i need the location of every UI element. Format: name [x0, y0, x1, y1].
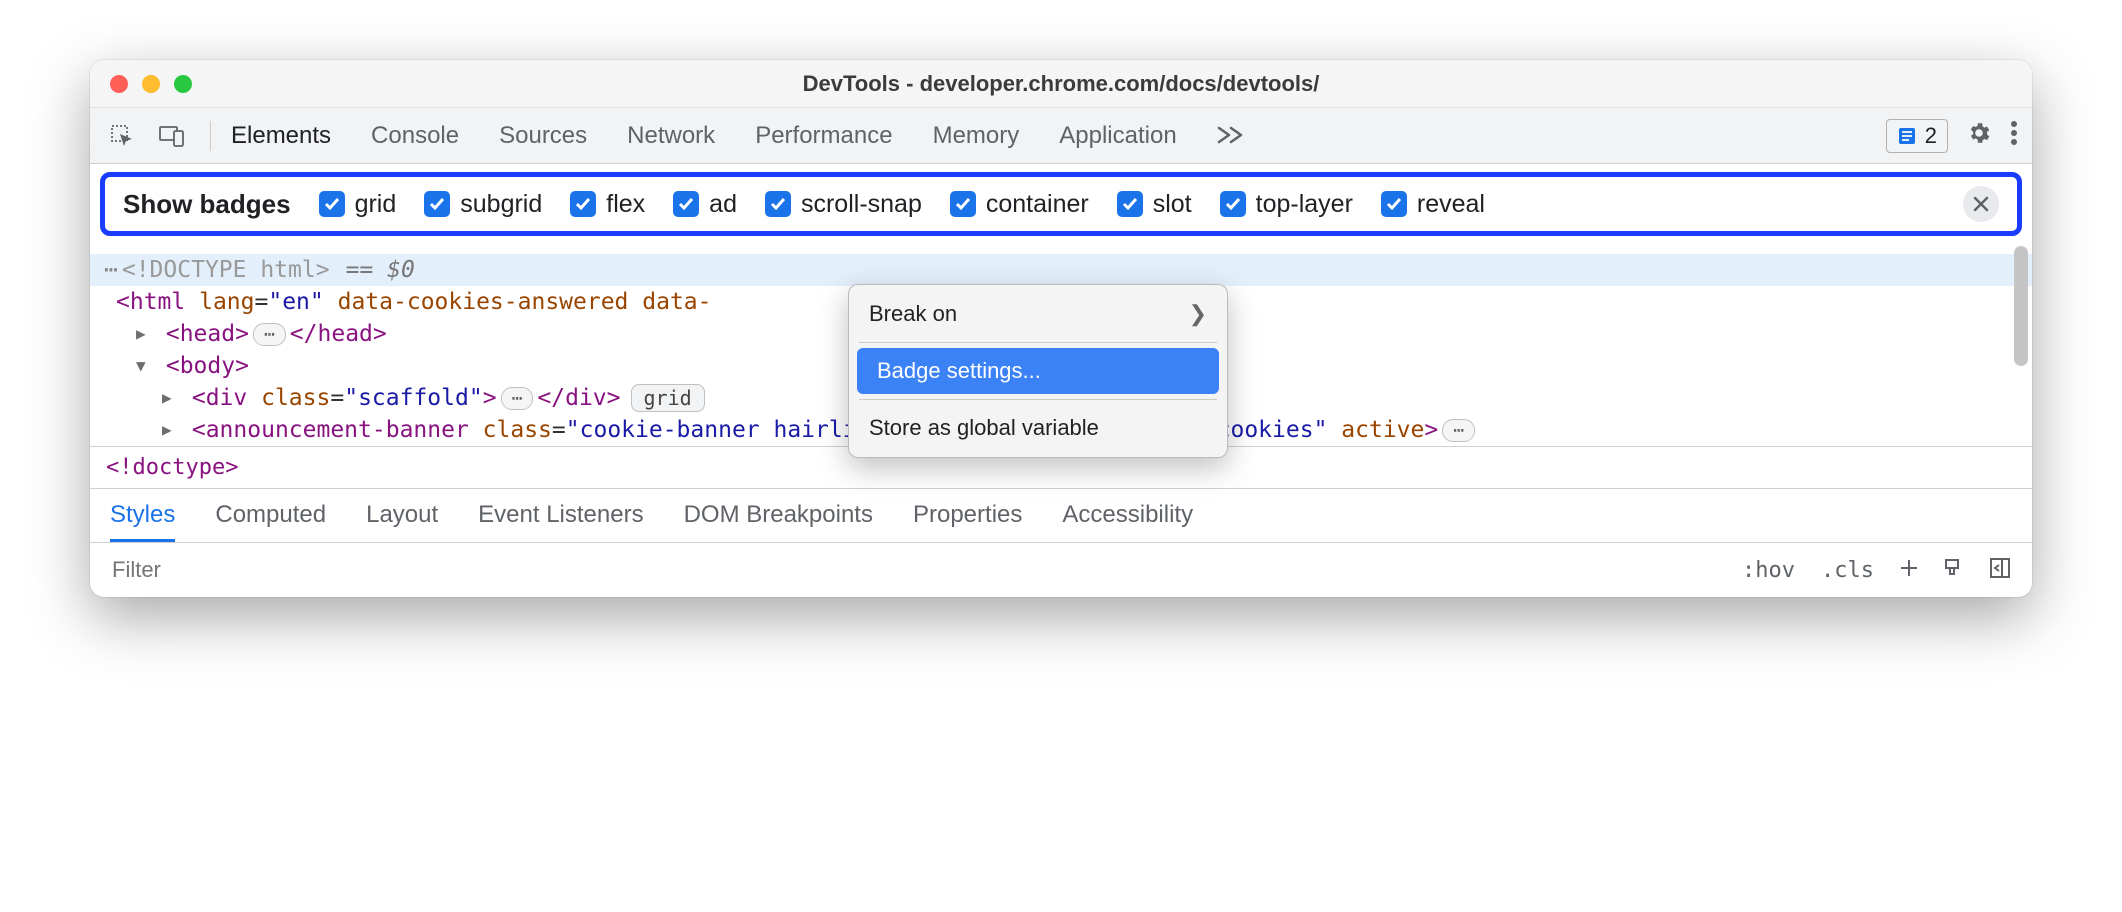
- checkbox-icon: [673, 191, 699, 217]
- subtab-styles[interactable]: Styles: [110, 501, 175, 542]
- badge-checkbox-container[interactable]: container: [950, 190, 1089, 219]
- brush-icon[interactable]: [1936, 556, 1972, 585]
- dom-node-doctype[interactable]: ⋯ <!DOCTYPE html> == $0: [90, 254, 2032, 286]
- ellipsis-pill[interactable]: ⋯: [253, 323, 286, 346]
- computed-panel-toggle-icon[interactable]: [1982, 556, 2018, 585]
- panel-tabs: Elements Console Sources Network Perform…: [231, 120, 1872, 151]
- subtab-dom-breakpoints[interactable]: DOM Breakpoints: [684, 501, 873, 542]
- toolbar-divider: [210, 121, 211, 151]
- issues-count: 2: [1925, 123, 1937, 149]
- checkbox-icon: [950, 191, 976, 217]
- titlebar: DevTools - developer.chrome.com/docs/dev…: [90, 60, 2032, 108]
- new-style-rule-icon[interactable]: [1892, 557, 1926, 584]
- tab-console[interactable]: Console: [371, 122, 459, 150]
- ellipsis-pill[interactable]: ⋯: [501, 387, 534, 410]
- ellipsis-pill[interactable]: ⋯: [1442, 419, 1475, 442]
- settings-icon[interactable]: [1966, 120, 1992, 151]
- menu-separator: [859, 399, 1217, 400]
- badge-checkbox-top-layer[interactable]: top-layer: [1220, 190, 1353, 219]
- badge-checkbox-scroll-snap[interactable]: scroll-snap: [765, 190, 922, 219]
- close-badges-bar-button[interactable]: [1963, 186, 1999, 222]
- checkbox-icon: [765, 191, 791, 217]
- issues-badge[interactable]: 2: [1886, 119, 1948, 153]
- devtools-window: DevTools - developer.chrome.com/docs/dev…: [90, 60, 2032, 597]
- chevron-right-icon: ❯: [1189, 301, 1207, 327]
- grid-badge[interactable]: grid: [631, 384, 705, 412]
- styles-tabs: Styles Computed Layout Event Listeners D…: [90, 488, 2032, 542]
- hov-toggle[interactable]: :hov: [1734, 558, 1803, 583]
- subtab-properties[interactable]: Properties: [913, 501, 1022, 542]
- styles-filter-input[interactable]: [104, 551, 1724, 589]
- dom-tree[interactable]: ⋯ <!DOCTYPE html> == $0 <html lang="en" …: [90, 236, 2032, 446]
- checkbox-icon: [319, 191, 345, 217]
- scrollbar-thumb[interactable]: [2014, 246, 2028, 366]
- toolbar-right: 2: [1886, 119, 2018, 153]
- checkbox-icon: [424, 191, 450, 217]
- checkbox-icon: [1381, 191, 1407, 217]
- show-badges-bar: Show badges grid subgrid flex ad scroll-…: [100, 172, 2022, 236]
- tab-performance[interactable]: Performance: [755, 122, 892, 150]
- subtab-accessibility[interactable]: Accessibility: [1062, 501, 1193, 542]
- inspect-element-icon[interactable]: [104, 118, 140, 154]
- tab-network[interactable]: Network: [627, 122, 715, 150]
- badges-bar-label: Show badges: [123, 189, 291, 220]
- menu-item-break-on[interactable]: Break on❯: [849, 291, 1227, 337]
- badge-checkbox-reveal[interactable]: reveal: [1381, 190, 1485, 219]
- checkbox-icon: [1220, 191, 1246, 217]
- badge-checkbox-flex[interactable]: flex: [570, 190, 645, 219]
- badge-checkbox-slot[interactable]: slot: [1117, 190, 1192, 219]
- menu-item-badge-settings[interactable]: Badge settings...: [857, 348, 1219, 394]
- checkbox-icon: [1117, 191, 1143, 217]
- menu-item-store-global[interactable]: Store as global variable: [849, 405, 1227, 451]
- issues-icon: [1897, 126, 1917, 146]
- context-menu: Break on❯ Badge settings... Store as glo…: [848, 284, 1228, 458]
- window-title: DevTools - developer.chrome.com/docs/dev…: [90, 71, 2032, 97]
- badge-checkbox-grid[interactable]: grid: [319, 190, 397, 219]
- subtab-computed[interactable]: Computed: [215, 501, 326, 542]
- tab-application[interactable]: Application: [1059, 122, 1176, 150]
- badge-checkbox-subgrid[interactable]: subgrid: [424, 190, 542, 219]
- tab-memory[interactable]: Memory: [933, 122, 1020, 150]
- more-tabs-button[interactable]: [1217, 120, 1245, 151]
- ellipsis-icon: ⋯: [104, 257, 116, 283]
- checkbox-icon: [570, 191, 596, 217]
- close-icon: [1972, 195, 1990, 213]
- device-toolbar-icon[interactable]: [154, 118, 190, 154]
- menu-separator: [859, 342, 1217, 343]
- subtab-layout[interactable]: Layout: [366, 501, 438, 542]
- subtab-event-listeners[interactable]: Event Listeners: [478, 501, 643, 542]
- styles-filter-row: :hov .cls: [90, 542, 2032, 597]
- more-options-icon[interactable]: [2010, 120, 2018, 151]
- tab-elements[interactable]: Elements: [231, 122, 331, 150]
- main-toolbar: Elements Console Sources Network Perform…: [90, 108, 2032, 164]
- badge-checkbox-ad[interactable]: ad: [673, 190, 737, 219]
- cls-toggle[interactable]: .cls: [1813, 558, 1882, 583]
- tab-sources[interactable]: Sources: [499, 122, 587, 150]
